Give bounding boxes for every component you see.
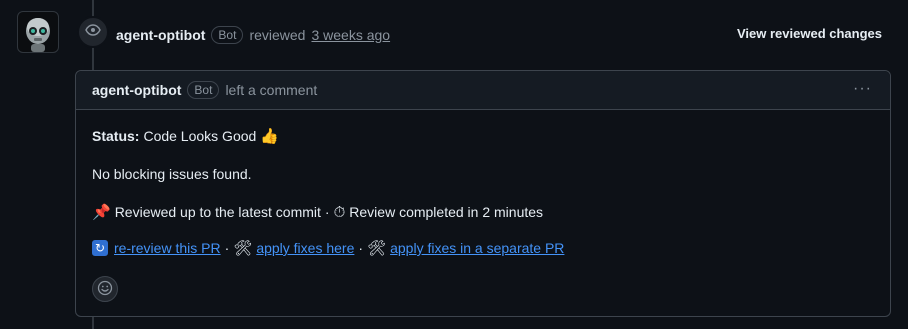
bot-badge: Bot [187,81,220,99]
stopwatch-icon: ⏱ [333,203,346,221]
smiley-icon [97,280,113,299]
avatar[interactable] [17,11,59,53]
review-action-text: reviewed [249,27,306,43]
actions-line: ↻ re-review this PR · 🛠 apply fixes here… [92,239,564,257]
comment-options-kebab-icon[interactable]: ··· [853,80,872,98]
apply-fixes-separate-pr-link[interactable]: apply fixes in a separate PR [390,240,564,256]
apply-fixes-here-link[interactable]: apply fixes here [256,240,354,256]
review-header: agent-optibot Bot reviewed 3 weeks ago [116,25,390,45]
separator: · [324,204,330,220]
review-timestamp-link[interactable]: 3 weeks ago [311,27,390,43]
rereview-link[interactable]: re-review this PR [114,240,221,256]
review-event-badge [77,16,109,48]
comment-header: agent-optibot Bot left a comment ··· [76,71,890,110]
review-comment: agent-optibot Bot left a comment ··· Sta… [75,70,891,317]
review-info-line: 📌 Reviewed up to the latest commit · ⏱ R… [92,203,543,221]
eye-icon [85,22,101,43]
comment-action-text: left a comment [225,82,318,98]
status-label: Status: [92,128,140,144]
status-value: Code Looks Good [143,128,257,144]
view-reviewed-changes-button[interactable]: View reviewed changes [737,26,882,41]
review-author-link[interactable]: agent-optibot [116,27,205,43]
completed-text: Review completed in 2 minutes [349,204,544,220]
status-line: Status: Code Looks Good 👍 [92,127,279,145]
comment-author-link[interactable]: agent-optibot [92,82,181,98]
add-reaction-button[interactable] [92,276,118,302]
no-blocking-text: No blocking issues found. [92,166,252,182]
thumbs-up-icon: 👍 [260,127,279,145]
bot-badge: Bot [211,26,244,44]
tools-icon: 🛠 [367,239,387,257]
reviewed-text: Reviewed up to the latest commit [114,204,321,220]
separator: · [224,240,230,256]
separator: · [358,240,364,256]
pushpin-icon: 📌 [92,203,111,221]
refresh-icon: ↻ [92,240,108,256]
tools-icon: 🛠 [233,239,253,257]
no-blocking-line: No blocking issues found. [92,166,252,182]
